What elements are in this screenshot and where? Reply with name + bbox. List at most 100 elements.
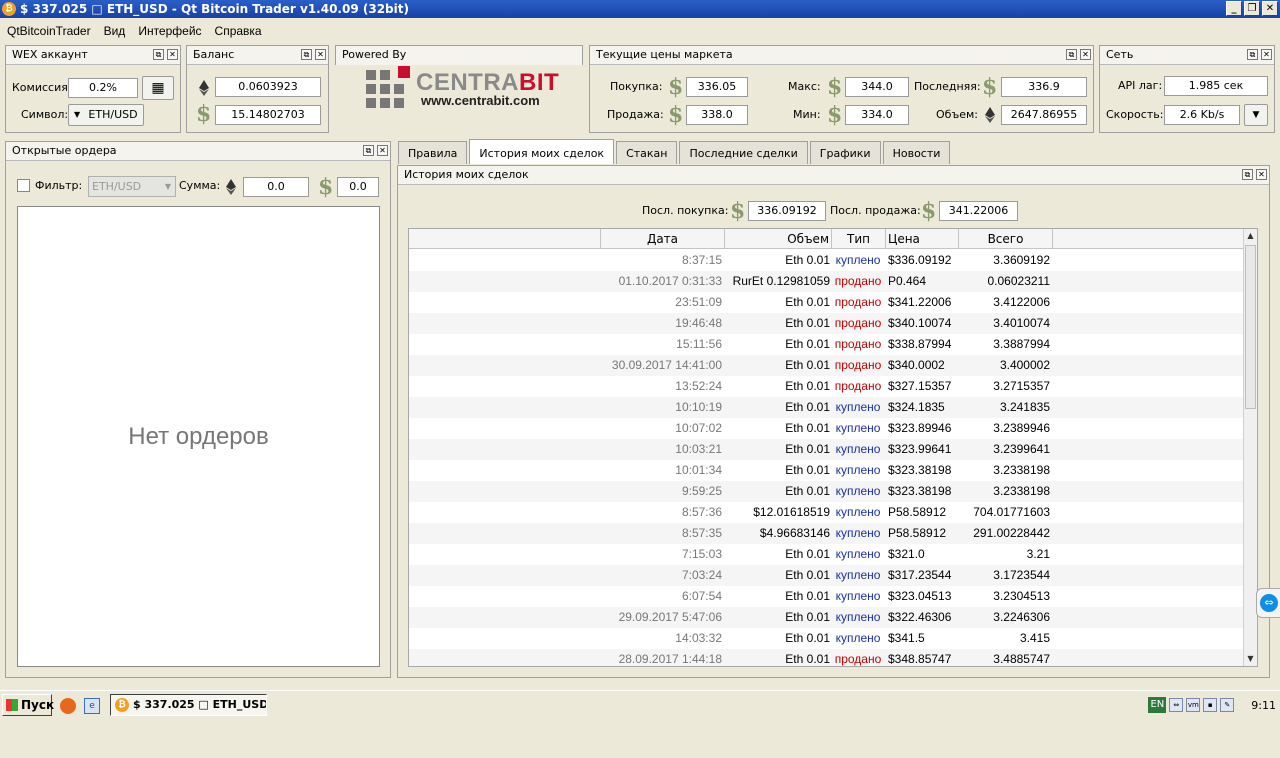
table-row[interactable]: 10:07:02 Eth 0.01 куплено $323.89946 3.23899… [409,418,1245,439]
last-buy-field[interactable]: 336.09192 [748,201,826,221]
eth-balance-field[interactable]: 0.0603923 [215,77,321,97]
max-price-field[interactable]: 344.0 [845,77,909,97]
table-row[interactable]: 15:11:56 Eth 0.01 продано $338.87994 3.38879… [409,334,1245,355]
table-row[interactable]: 7:03:24 Eth 0.01 куплено $317.23544 3.172354… [409,565,1245,586]
teamviewer-tray-icon[interactable]: ⇔ [1169,698,1184,712]
table-row[interactable]: 14:03:32 Eth 0.01 куплено $341.5 3.415 [409,628,1245,649]
maximize-button[interactable]: ❐ [1244,1,1260,16]
table-scrollbar[interactable]: ▲ ▼ [1243,229,1257,666]
tab-charts[interactable]: Графики [809,141,881,164]
tab-rules[interactable]: Правила [398,141,468,164]
table-row[interactable]: 8:57:36 $12.01618519 куплено P58.58912 704.0… [409,502,1245,523]
tab-order-book[interactable]: Стакан [616,141,678,164]
vm-tray-icon[interactable]: vm [1186,698,1201,712]
float-icon[interactable]: ⧉ [1066,49,1077,60]
api-lag-field[interactable]: 1.985 сек [1164,76,1268,96]
max-label: Макс: [788,80,821,93]
table-row[interactable]: 10:03:21 Eth 0.01 куплено $323.99641 3.23996… [409,439,1245,460]
balance-panel-title: Баланс [193,48,235,61]
firefox-icon[interactable] [60,698,76,714]
start-label: Пуск [21,698,55,712]
table-row[interactable]: 23:51:09 Eth 0.01 продано $341.22006 3.41220… [409,292,1245,313]
menu-qtbitcointrader[interactable]: QtBitcoinTrader [0,22,97,42]
menu-help[interactable]: Справка [208,22,268,42]
window-controls: _ ❐ ✕ [1226,1,1278,16]
teamviewer-tab[interactable]: ⇔ [1256,588,1280,618]
table-row[interactable]: 10:01:34 Eth 0.01 куплено $323.38198 3.23381… [409,460,1245,481]
table-row[interactable]: 6:07:54 Eth 0.01 куплено $323.04513 3.230451… [409,586,1245,607]
symbol-label: Символ: [21,108,69,121]
network-tray-icon[interactable]: ▪ [1203,698,1218,712]
close-icon[interactable]: ✕ [377,145,388,156]
symbol-select[interactable]: ▼ ETH/USD [68,104,144,126]
tab-my-trades[interactable]: История моих сделок [469,139,615,164]
table-row[interactable]: 19:46:48 Eth 0.01 продано $340.10074 3.40100… [409,313,1245,334]
sell-price-field[interactable]: 338.0 [686,105,748,125]
account-panel-title: WEX аккаунт [12,48,88,61]
menu-interface[interactable]: Интерфейс [131,22,207,42]
table-row[interactable]: 01.10.2017 0:31:33 RurEt 0.12981059 продан… [409,271,1245,292]
scroll-up-icon[interactable]: ▲ [1244,229,1257,243]
language-indicator[interactable]: EN [1148,697,1167,713]
table-row[interactable]: 29.09.2017 5:47:06 Eth 0.01 куплено $322.46… [409,607,1245,628]
filter-checkbox[interactable] [17,179,30,192]
speed-field[interactable]: 2.6 Kb/s [1164,105,1240,125]
cell-total: 3.4122006 [993,295,1050,309]
table-row[interactable]: 8:57:35 $4.96683146 куплено P58.58912 291.00… [409,523,1245,544]
cell-total: 3.4010074 [993,316,1050,330]
bitcoin-icon: ₿ [115,698,129,712]
float-icon[interactable]: ⧉ [153,49,164,60]
tab-last-trades[interactable]: Последние сделки [679,141,808,164]
float-icon[interactable]: ⧉ [363,145,374,156]
taskbar-app-button[interactable]: ₿ $ 337.025 □ ETH_USD... [110,694,267,716]
close-icon[interactable]: ✕ [315,49,326,60]
close-button[interactable]: ✕ [1262,1,1278,16]
close-icon[interactable]: ✕ [1261,49,1272,60]
table-row[interactable]: 28.09.2017 1:44:18 Eth 0.01 продано $348.85… [409,649,1245,666]
min-price-field[interactable]: 334.0 [845,105,909,125]
header-price[interactable]: Цена [886,229,959,249]
table-row[interactable]: 8:37:15 Eth 0.01 куплено $336.09192 3.360919… [409,250,1245,271]
dollar-icon: $ [318,174,334,200]
menu-view[interactable]: Вид [97,22,132,42]
header-date[interactable]: Дата [601,229,725,249]
close-icon[interactable]: ✕ [1256,169,1267,180]
table-row[interactable]: 7:15:03 Eth 0.01 куплено $321.0 3.21 [409,544,1245,565]
buy-price-field[interactable]: 336.05 [686,77,748,97]
close-icon[interactable]: ✕ [167,49,178,60]
header-total[interactable]: Всего [959,229,1053,249]
cell-date: 10:03:21 [675,442,722,456]
speed-dropdown-button[interactable]: ▼ [1244,104,1268,126]
browser-icon[interactable]: e [84,698,100,714]
filter-select[interactable]: ETH/USD ▼ [88,176,176,197]
fee-field[interactable]: 0.2% [68,78,138,98]
sum-eth-field[interactable]: 0.0 [243,177,309,197]
table-row[interactable]: 30.09.2017 14:41:00 Eth 0.01 продано $340.0… [409,355,1245,376]
trade-history-table[interactable]: Дата Объем Тип Цена Всего 8:37:15 Eth 0.0… [408,228,1258,667]
minimize-button[interactable]: _ [1226,1,1242,16]
table-row[interactable]: 10:10:19 Eth 0.01 куплено $324.1835 3.241835 [409,397,1245,418]
table-row[interactable]: 13:52:24 Eth 0.01 продано $327.15357 3.27153… [409,376,1245,397]
close-icon[interactable]: ✕ [1080,49,1091,60]
orders-list[interactable]: Нет ордеров [17,206,380,667]
scroll-down-icon[interactable]: ▼ [1244,652,1257,666]
centrabit-url[interactable]: www.centrabit.com [421,93,540,108]
usd-balance-field[interactable]: 15.14802703 [215,105,321,125]
header-type[interactable]: Тип [832,229,886,249]
filter-value: ETH/USD [92,180,142,193]
float-icon[interactable]: ⧉ [301,49,312,60]
last-price-field[interactable]: 336.9 [1001,77,1087,97]
account-panel-header: WEX аккаунт ⧉ ✕ [6,46,180,65]
header-volume[interactable]: Объем [725,229,832,249]
sum-usd-field[interactable]: 0.0 [337,177,379,197]
volume-field[interactable]: 2647.86955 [1001,105,1087,125]
tab-news[interactable]: Новости [882,141,951,164]
float-icon[interactable]: ⧉ [1242,169,1253,180]
last-sell-field[interactable]: 341.22006 [939,201,1018,221]
tools-tray-icon[interactable]: ✎ [1220,698,1235,712]
table-row[interactable]: 9:59:25 Eth 0.01 куплено $323.38198 3.233819… [409,481,1245,502]
float-icon[interactable]: ⧉ [1247,49,1258,60]
start-button[interactable]: Пуск [2,694,55,716]
calculator-button[interactable]: ▦ [142,76,174,100]
scrollbar-thumb[interactable] [1245,245,1256,409]
